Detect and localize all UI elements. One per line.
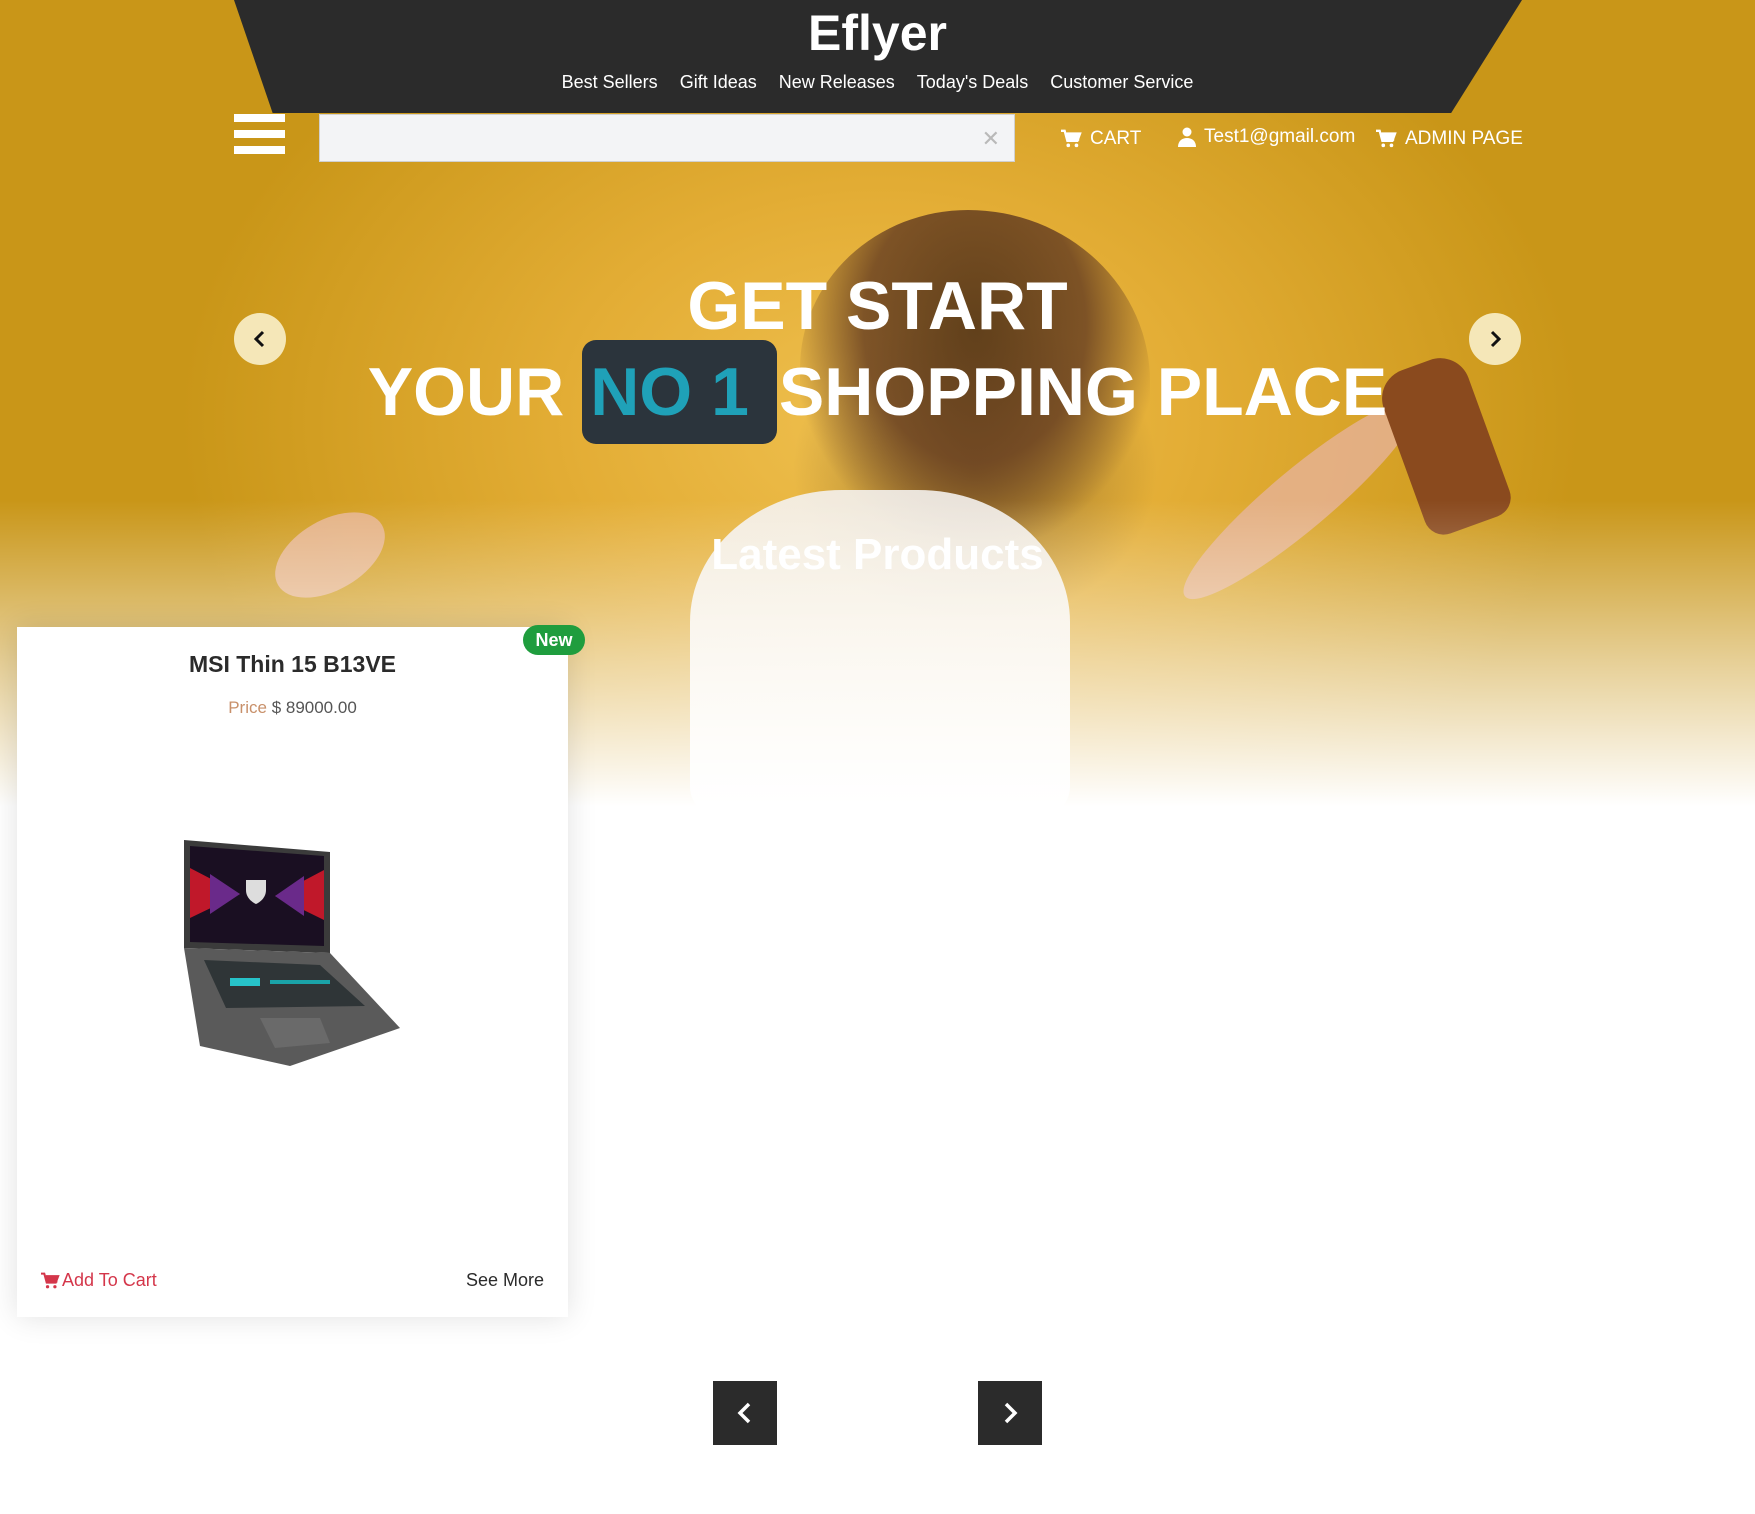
see-more-link[interactable]: See More — [466, 1270, 544, 1291]
cart-label: CART — [1090, 128, 1142, 149]
chevron-left-icon — [737, 1402, 751, 1424]
hero-headline: GET START — [687, 268, 1068, 344]
admin-page-link[interactable]: ADMIN PAGE — [1375, 128, 1523, 150]
products-next-button[interactable] — [978, 1381, 1042, 1445]
nav-link-best-sellers[interactable]: Best Sellers — [562, 72, 658, 93]
cart-link[interactable]: CART — [1060, 128, 1141, 150]
section-title: Latest Products — [711, 530, 1044, 579]
products-prev-button[interactable] — [713, 1381, 777, 1445]
nav-link-new-releases[interactable]: New Releases — [779, 72, 895, 93]
product-price: Price $ 89000.00 — [0, 698, 585, 718]
add-to-cart-label: Add To Cart — [62, 1270, 157, 1290]
nav-link-gift-ideas[interactable]: Gift Ideas — [680, 72, 757, 93]
hero-line2-prefix: YOUR — [367, 354, 565, 430]
chevron-right-icon — [1004, 1402, 1018, 1424]
hamburger-menu-icon[interactable] — [234, 114, 285, 158]
nav-link-customer-service[interactable]: Customer Service — [1050, 72, 1193, 93]
add-to-cart-button[interactable]: Add To Cart — [40, 1270, 157, 1291]
user-icon — [1178, 127, 1196, 147]
shopping-cart-icon — [1376, 129, 1397, 148]
price-value: $ 89000.00 — [271, 698, 357, 717]
main-nav: Best Sellers Gift Ideas New Releases Tod… — [0, 72, 1755, 93]
hero-subheadline: YOUR NO 1 SHOPPING PLACE — [0, 340, 1755, 444]
close-icon[interactable]: ✕ — [982, 126, 1000, 152]
brand-logo[interactable]: Eflyer — [0, 4, 1755, 62]
search-box: ✕ — [319, 114, 1015, 162]
product-title[interactable]: MSI Thin 15 B13VE — [0, 651, 585, 678]
product-image-laptop[interactable] — [180, 838, 405, 1066]
user-email: Test1@gmail.com — [1204, 126, 1356, 147]
shopping-cart-icon — [41, 1272, 60, 1288]
nav-link-todays-deals[interactable]: Today's Deals — [917, 72, 1029, 93]
shopping-cart-icon — [1061, 129, 1082, 148]
admin-page-label: ADMIN PAGE — [1405, 128, 1523, 149]
user-account-link[interactable]: Test1@gmail.com — [1178, 126, 1355, 148]
price-label: Price — [228, 698, 267, 717]
hero-line2-suffix: SHOPPING PLACE — [778, 354, 1388, 430]
search-input[interactable] — [320, 115, 960, 161]
hero-highlight: NO 1 — [582, 340, 777, 444]
